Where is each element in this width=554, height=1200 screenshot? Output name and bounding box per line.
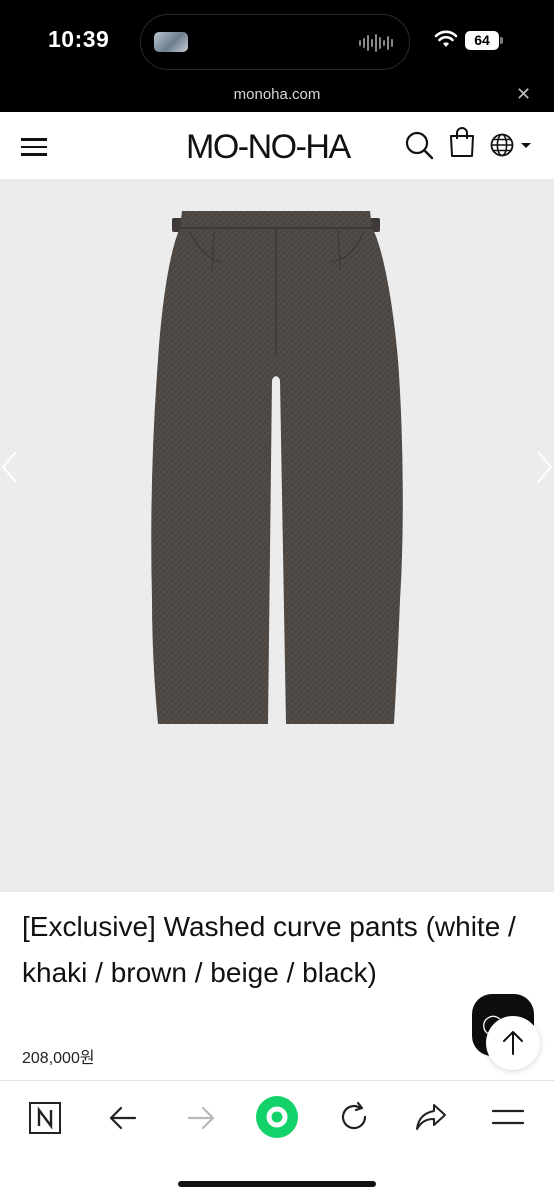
status-bar: 10:39 64 [0,0,554,80]
music-thumbnail-icon [154,32,188,52]
refresh-icon[interactable] [338,1101,370,1133]
battery-icon: 64 [465,31,499,50]
share-icon[interactable] [414,1101,448,1133]
scroll-top-button[interactable] [486,1016,540,1070]
menu-icon[interactable] [21,138,47,156]
product-title: [Exclusive] Washed curve pants (white / … [22,911,516,988]
pants-image [151,211,403,724]
wifi-icon [434,30,458,47]
home-indicator[interactable] [178,1181,376,1187]
forward-arrow-icon[interactable] [186,1103,216,1133]
battery-tip [500,37,503,44]
shopping-bag-icon[interactable] [448,126,476,158]
url-bar[interactable]: monoha.com ✕ [0,80,554,112]
url-text[interactable]: monoha.com [0,86,554,103]
green-dot-icon[interactable] [255,1095,299,1139]
product-price: 208,000원 [22,1050,95,1067]
chevron-down-icon [521,143,531,148]
arrow-up-icon [503,1031,523,1055]
back-arrow-icon[interactable] [108,1103,138,1133]
globe-icon[interactable] [490,132,534,158]
site-header: MO-NO-HA [0,112,554,180]
product-image[interactable] [0,180,554,892]
close-icon[interactable]: ✕ [516,84,531,105]
audio-wave-icon [359,33,393,53]
menu-lines-icon[interactable] [492,1107,524,1127]
dynamic-island[interactable] [140,14,410,70]
naver-icon[interactable] [28,1101,62,1135]
status-time: 10:39 [48,26,110,52]
site-logo[interactable]: MO-NO-HA [186,128,351,167]
search-icon[interactable] [404,130,434,160]
